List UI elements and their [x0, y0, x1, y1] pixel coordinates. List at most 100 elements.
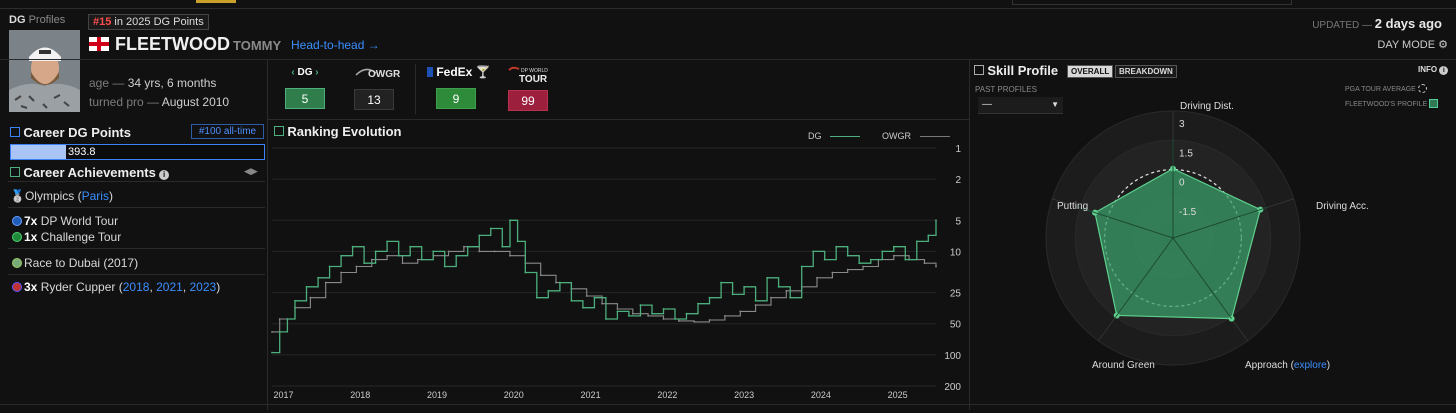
rankings-separator: [415, 64, 416, 114]
achievements-nav-arrows-icon[interactable]: ◀▶: [244, 166, 258, 177]
radar-label-putting: Putting: [1057, 201, 1089, 212]
data-point-dg: [869, 258, 872, 261]
approach-explore-link[interactable]: explore: [1294, 360, 1327, 371]
info-icon[interactable]: i: [159, 170, 170, 180]
ach-divider: [8, 274, 265, 275]
all-time-rank-badge: #100 all-time: [191, 124, 264, 139]
skill-column-divider: [969, 60, 970, 410]
y-tick-label: 100: [944, 351, 961, 362]
dpworld-rank-block[interactable]: DP WORLD TOUR 99: [503, 63, 563, 111]
data-point-dg: [593, 296, 596, 299]
radar-label-driving-dist: Driving Dist.: [1180, 101, 1234, 112]
svg-text:TOUR: TOUR: [519, 74, 548, 84]
data-point-dg: [547, 289, 550, 292]
data-point-owgr: [923, 262, 926, 265]
radar-label-around-green: Around Green: [1092, 360, 1155, 371]
ryder-2021-link[interactable]: 2021: [156, 280, 183, 294]
top-search-box[interactable]: [1012, 0, 1292, 5]
fedex-rank-block[interactable]: FedEx 🍸 9: [423, 63, 493, 109]
radar-label-approach: Approach (explore): [1245, 360, 1331, 371]
player-first-name: TOMMY: [233, 38, 282, 53]
checkbox-icon: [974, 65, 984, 75]
data-point-dg: [466, 245, 469, 248]
data-point-dg: [271, 351, 273, 354]
data-point-owgr: [447, 250, 450, 253]
data-point-owgr: [340, 271, 342, 274]
data-point-owgr: [463, 245, 465, 248]
radar-ring-label: -1.5: [1179, 207, 1197, 218]
data-point-owgr: [271, 331, 273, 333]
data-point-dg: [731, 293, 734, 296]
data-point-dg: [294, 299, 296, 302]
challenge-tour-icon: [12, 232, 22, 242]
skill-info[interactable]: INFO i: [1418, 65, 1449, 75]
data-point-dg: [420, 258, 423, 261]
x-tick-label: 2017: [273, 390, 293, 400]
owgr-rank-value: 13: [354, 89, 394, 110]
data-point-dg: [501, 245, 504, 248]
data-point-dg: [397, 254, 400, 257]
data-point-owgr: [724, 314, 726, 317]
data-point-dg: [639, 304, 642, 306]
data-point-dg: [409, 245, 412, 248]
ryder-2023-link[interactable]: 2023: [189, 280, 216, 294]
data-point-owgr: [631, 312, 634, 315]
fedex-logo-icon: FedEx 🍸: [427, 65, 493, 79]
career-achievements-header: Career Achievements i: [10, 165, 170, 180]
data-point-dg: [516, 240, 519, 243]
dg-rank-block[interactable]: ‹ DG › 5: [275, 63, 335, 109]
data-point-owgr: [585, 295, 588, 297]
top-nav-indicator: [196, 0, 236, 3]
tab-breakdown[interactable]: BREAKDOWN: [1115, 65, 1177, 78]
achievement-dp-world-tour: 7x DP World Tour: [12, 214, 118, 228]
x-tick-label: 2024: [811, 390, 831, 400]
x-tick-label: 2021: [581, 390, 601, 400]
data-point-dg: [558, 281, 561, 284]
y-tick-label: 50: [950, 320, 962, 331]
data-point-dg: [605, 318, 607, 320]
data-point-dg: [743, 285, 745, 288]
england-flag-icon: [89, 37, 109, 51]
data-point-owgr: [862, 265, 864, 268]
data-point-dg: [835, 245, 838, 248]
data-point-dg: [708, 296, 711, 299]
data-point-dg: [524, 271, 527, 274]
olympics-paris-link[interactable]: Paris: [82, 189, 109, 203]
data-point-owgr: [816, 276, 818, 279]
rankings-divider: [267, 119, 969, 120]
data-point-owgr: [416, 258, 419, 261]
data-point-owgr: [601, 302, 603, 305]
dg-points-rank-badge: #15 in 2025 DG Points: [88, 14, 209, 30]
data-point-dg: [286, 318, 289, 320]
data-point-owgr: [493, 250, 496, 253]
ach-divider: [8, 181, 265, 182]
owgr-rank-block[interactable]: OWGR 13: [346, 63, 406, 110]
data-point-owgr: [770, 296, 772, 299]
data-point-dg: [432, 250, 435, 253]
data-point-dg: [823, 258, 826, 261]
data-point-dg: [858, 262, 861, 265]
skill-radar-chart: 3 1.5 0 -1.5: [1045, 110, 1301, 366]
data-point-owgr: [401, 262, 404, 265]
data-point-owgr: [677, 320, 680, 322]
owgr-logo-icon: OWGR: [354, 65, 404, 81]
info-icon: i: [1439, 66, 1449, 75]
y-tick-label: 2: [955, 175, 961, 186]
ranking-evolution-chart[interactable]: 1251025501002002017 2018 2019 2020 2021 2022 2…: [268, 140, 968, 404]
achievement-ryder-cup: 3x Ryder Cupper (2018, 2021, 2023): [12, 280, 220, 294]
ryder-2018-link[interactable]: 2018: [123, 280, 150, 294]
data-point-dg: [846, 254, 849, 257]
x-tick-label: 2025: [888, 390, 908, 400]
day-mode-toggle[interactable]: DAY MODE ⚙: [1377, 38, 1448, 51]
dg-rank-label: ‹ DG ›: [291, 67, 319, 78]
skill-profile-header: Skill Profile: [974, 63, 1058, 78]
data-point-owgr: [355, 265, 358, 268]
dg-profiles-brand[interactable]: DG Profiles: [9, 14, 65, 26]
ranking-evolution-header: Ranking Evolution: [274, 124, 401, 139]
data-point-owgr: [478, 250, 481, 253]
head-to-head-link[interactable]: Head-to-head →: [291, 38, 380, 52]
data-point-dg: [535, 296, 538, 299]
data-point-owgr: [386, 254, 389, 257]
tab-overall[interactable]: OVERALL: [1067, 65, 1114, 78]
data-point-dg: [581, 306, 584, 309]
